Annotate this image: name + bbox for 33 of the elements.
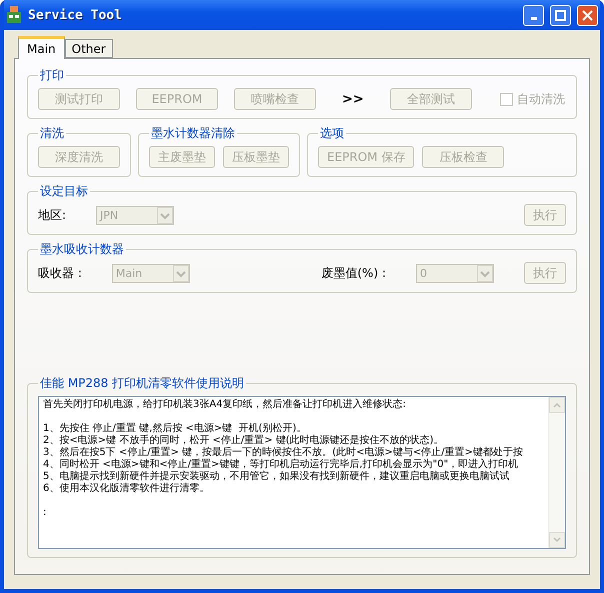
group-title: 墨水计数器清除 bbox=[150, 125, 236, 142]
field-label: 地区: bbox=[38, 206, 66, 224]
chevron-down-icon bbox=[477, 264, 493, 282]
window-title: Service Tool bbox=[28, 8, 123, 22]
text-paragraph: 首先关闭打印机电源，给打印机装3张A4复印纸，然后准备让打印机进入维修状态: bbox=[43, 399, 407, 411]
group-title: 选项 bbox=[319, 125, 345, 142]
chevron-down-icon bbox=[157, 206, 174, 224]
text-line: 2、按<电源>键 不放手的同时，松开 <停止/重置> 键(此时电源键还是按住不放的状态)。 bbox=[43, 435, 445, 446]
tab[interactable]: Main bbox=[18, 36, 65, 59]
text-area[interactable] bbox=[38, 396, 566, 549]
minimize-icon bbox=[530, 17, 536, 20]
text-line: 6、使用本汉化版清零软件进行清零。 bbox=[43, 483, 210, 495]
group-title: 设定目标 bbox=[39, 183, 89, 200]
field-label: 废墨值(%) : bbox=[321, 264, 386, 282]
close-icon bbox=[582, 10, 593, 20]
text-line: 3、然后在按5下 <停止/重置> 键，按最后一下的時候按住不放。(此时<电源>键与<停止/重置>键都处于按 bbox=[43, 447, 524, 458]
group-title: 打印 bbox=[39, 67, 65, 84]
group-title: 佳能 MP288 打印机清零软件使用说明 bbox=[39, 375, 246, 392]
maximize-icon bbox=[555, 10, 566, 20]
chevron-down-icon bbox=[172, 264, 189, 282]
text-line: 1、先按住 停止/重置 键,然后按 <电源>键 开机(别松开)。 bbox=[43, 423, 308, 434]
app-icon bbox=[6, 6, 22, 24]
minimize-button[interactable] bbox=[523, 4, 544, 26]
tab[interactable]: Other bbox=[64, 39, 113, 58]
maximize-button[interactable] bbox=[550, 4, 571, 26]
group-title: 墨水吸收计数器 bbox=[39, 241, 125, 258]
text-line: : bbox=[43, 507, 48, 519]
group-title: 清洗 bbox=[39, 125, 65, 142]
text-line: 5、电脑提示找到新硬件并提示安装驱动，不用管它，如果没有找到新硬件，建议重启电脑或更换电脑试试 bbox=[43, 471, 510, 482]
field-label: 吸收器 : bbox=[38, 264, 82, 282]
arrow-label: >> bbox=[342, 92, 364, 106]
close-button[interactable] bbox=[577, 4, 598, 26]
text-line: 4、同时松开 <电源>键和<停止/重置>键键，等打印机启动运行完毕后,打印机会显示为"0"，即进入打印机 bbox=[43, 459, 520, 470]
